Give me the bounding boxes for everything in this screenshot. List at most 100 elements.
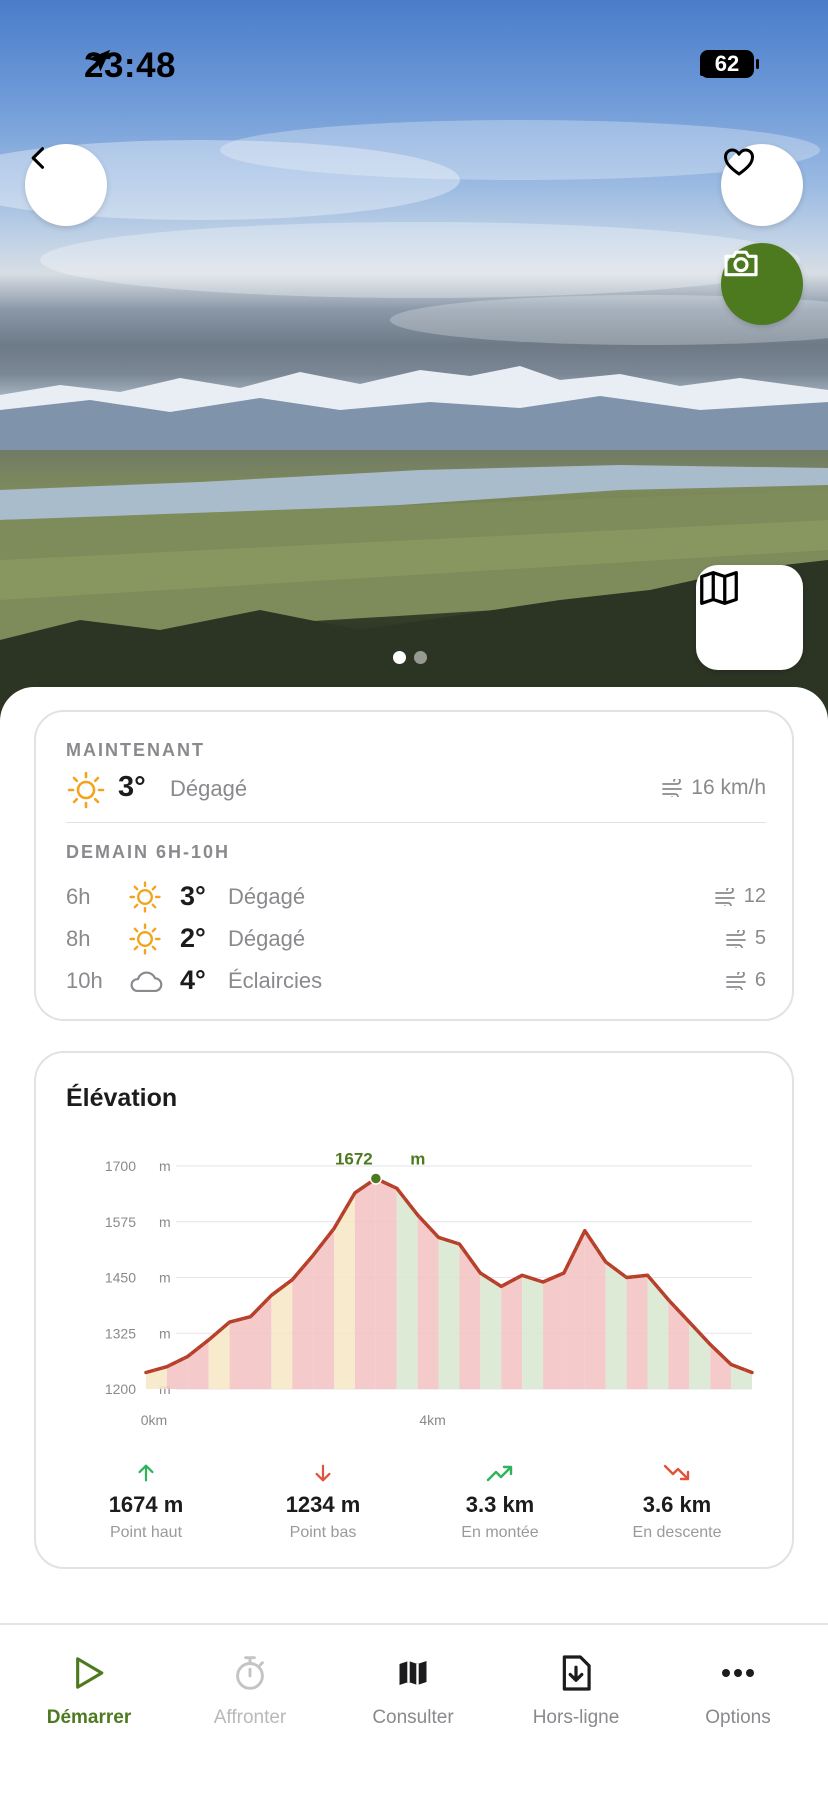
nav-challenge[interactable]: Affronter — [170, 1651, 330, 1729]
peak-marker — [369, 1172, 383, 1185]
elevation-area-segment — [605, 1261, 627, 1389]
y-tick-unit: m — [159, 1270, 171, 1286]
hour-wind: 6 — [725, 969, 766, 992]
hour-wind: 12 — [714, 885, 766, 908]
map-icon — [700, 571, 738, 605]
weather-card: MAINTENANT 3° Dégagé 16 km/h DEMAIN 6H-1… — [34, 710, 794, 1021]
elevation-area-segment — [229, 1316, 251, 1389]
wind-icon — [714, 887, 735, 906]
stopwatch-icon — [236, 1656, 264, 1690]
status-indicators: 62 — [700, 50, 759, 78]
y-tick-unit: m — [159, 1214, 171, 1230]
nav-start[interactable]: Démarrer — [9, 1651, 169, 1729]
download-file-icon — [562, 1655, 591, 1691]
elevation-area-segment — [647, 1275, 669, 1389]
now-condition: Dégagé — [170, 776, 248, 801]
elevation-area-segment — [501, 1275, 523, 1389]
elevation-card: Élévation 1700m1575m1450m1325m1200m1672m… — [34, 1051, 794, 1569]
y-tick-unit: m — [159, 1158, 171, 1174]
y-tick-label: 1200 — [105, 1381, 136, 1397]
elevation-area-segment — [626, 1275, 648, 1389]
hour-label: 6h — [66, 884, 91, 909]
nav-options[interactable]: Options — [658, 1651, 818, 1729]
page-dot[interactable] — [393, 651, 406, 664]
peak-label: 1672 — [335, 1149, 373, 1168]
elevation-area-segment — [543, 1273, 564, 1389]
page-dot[interactable] — [414, 651, 427, 664]
cloud-icon — [130, 971, 163, 992]
add-photo-button[interactable] — [721, 243, 803, 325]
hour-temperature: 3° — [180, 881, 206, 911]
chevron-left-icon — [31, 147, 45, 169]
elevation-area-segment — [375, 1178, 397, 1389]
arrow-down-icon — [315, 1464, 331, 1482]
now-wind-value: 16 km/h — [691, 776, 766, 799]
x-tick-label: 0km — [141, 1412, 167, 1428]
hour-label: 10h — [66, 968, 103, 993]
hour-row: 8h 2° Dégagé 5 — [66, 922, 766, 958]
now-wind: 16 km/h — [661, 776, 766, 800]
nav-label: Options — [705, 1707, 771, 1728]
elevation-area-segment — [522, 1275, 544, 1389]
hour-wind-value: 6 — [754, 969, 766, 991]
y-tick-label: 1700 — [105, 1158, 136, 1174]
hour-condition: Dégagé — [228, 884, 306, 909]
y-tick-label: 1325 — [105, 1325, 136, 1341]
stat-label: En descente — [632, 1524, 722, 1541]
hour-label: 8h — [66, 926, 91, 951]
elevation-area-segment — [480, 1273, 502, 1389]
hour-wind-value: 5 — [754, 927, 766, 949]
stat-descent: 3.6 km En descente — [587, 1462, 767, 1542]
nav-label: Démarrer — [46, 1707, 132, 1728]
sun-icon — [129, 881, 161, 913]
trend-down-icon — [663, 1464, 690, 1481]
sun-icon — [67, 771, 105, 809]
divider — [66, 822, 766, 823]
stat-value: 1674 m — [108, 1492, 184, 1517]
elevation-area-segment — [710, 1344, 732, 1389]
elevation-stats: 1674 m Point haut 1234 m Point bas 3.3 k… — [36, 1462, 796, 1552]
hero-photo[interactable]: 23:48 62 — [0, 0, 828, 720]
elevation-chart[interactable]: 1700m1575m1450m1325m1200m1672m0km4km — [36, 1053, 796, 1453]
wind-icon — [662, 779, 683, 797]
heart-icon — [724, 148, 754, 176]
back-button[interactable] — [25, 144, 107, 226]
favorite-button[interactable] — [721, 144, 803, 226]
stat-ascent: 3.3 km En montée — [410, 1462, 590, 1542]
nav-consult[interactable]: Consulter — [333, 1651, 493, 1729]
trend-up-icon — [486, 1465, 513, 1482]
elevation-area-segment — [438, 1237, 460, 1389]
more-icon — [722, 1669, 754, 1677]
hour-temperature: 2° — [180, 923, 206, 953]
stat-label: Point bas — [289, 1524, 357, 1541]
elevation-area-segment — [271, 1279, 293, 1389]
stat-low-point: 1234 m Point bas — [233, 1462, 413, 1542]
arrow-up-icon — [138, 1464, 154, 1482]
status-time: 23:48 — [84, 46, 176, 86]
stat-value: 3.3 km — [465, 1492, 535, 1517]
peak-unit: m — [410, 1149, 425, 1168]
map-icon — [399, 1661, 427, 1685]
map-view-button[interactable] — [696, 565, 803, 670]
play-icon — [76, 1657, 104, 1689]
now-label: MAINTENANT — [66, 740, 205, 760]
wind-icon — [725, 929, 746, 948]
photo-page-indicator[interactable] — [393, 651, 427, 664]
nav-label: Consulter — [372, 1707, 454, 1728]
hour-condition: Dégagé — [228, 926, 306, 951]
camera-icon — [724, 250, 758, 277]
elevation-area-segment — [250, 1295, 272, 1389]
stat-value: 3.6 km — [642, 1492, 712, 1517]
x-tick-label: 4km — [419, 1412, 445, 1428]
stat-high-point: 1674 m Point haut — [56, 1462, 236, 1542]
y-tick-unit: m — [159, 1325, 171, 1341]
bottom-navigation: Démarrer Affronter Consulter Hors-ligne … — [0, 1623, 828, 1800]
stat-label: Point haut — [109, 1524, 183, 1541]
nav-offline[interactable]: Hors-ligne — [496, 1651, 656, 1729]
elevation-area-segment — [417, 1215, 439, 1389]
y-tick-label: 1575 — [105, 1214, 136, 1230]
sun-icon — [129, 923, 161, 955]
nav-label: Affronter — [213, 1707, 287, 1728]
stat-label: En montée — [461, 1524, 539, 1541]
location-arrow-icon — [87, 49, 111, 72]
